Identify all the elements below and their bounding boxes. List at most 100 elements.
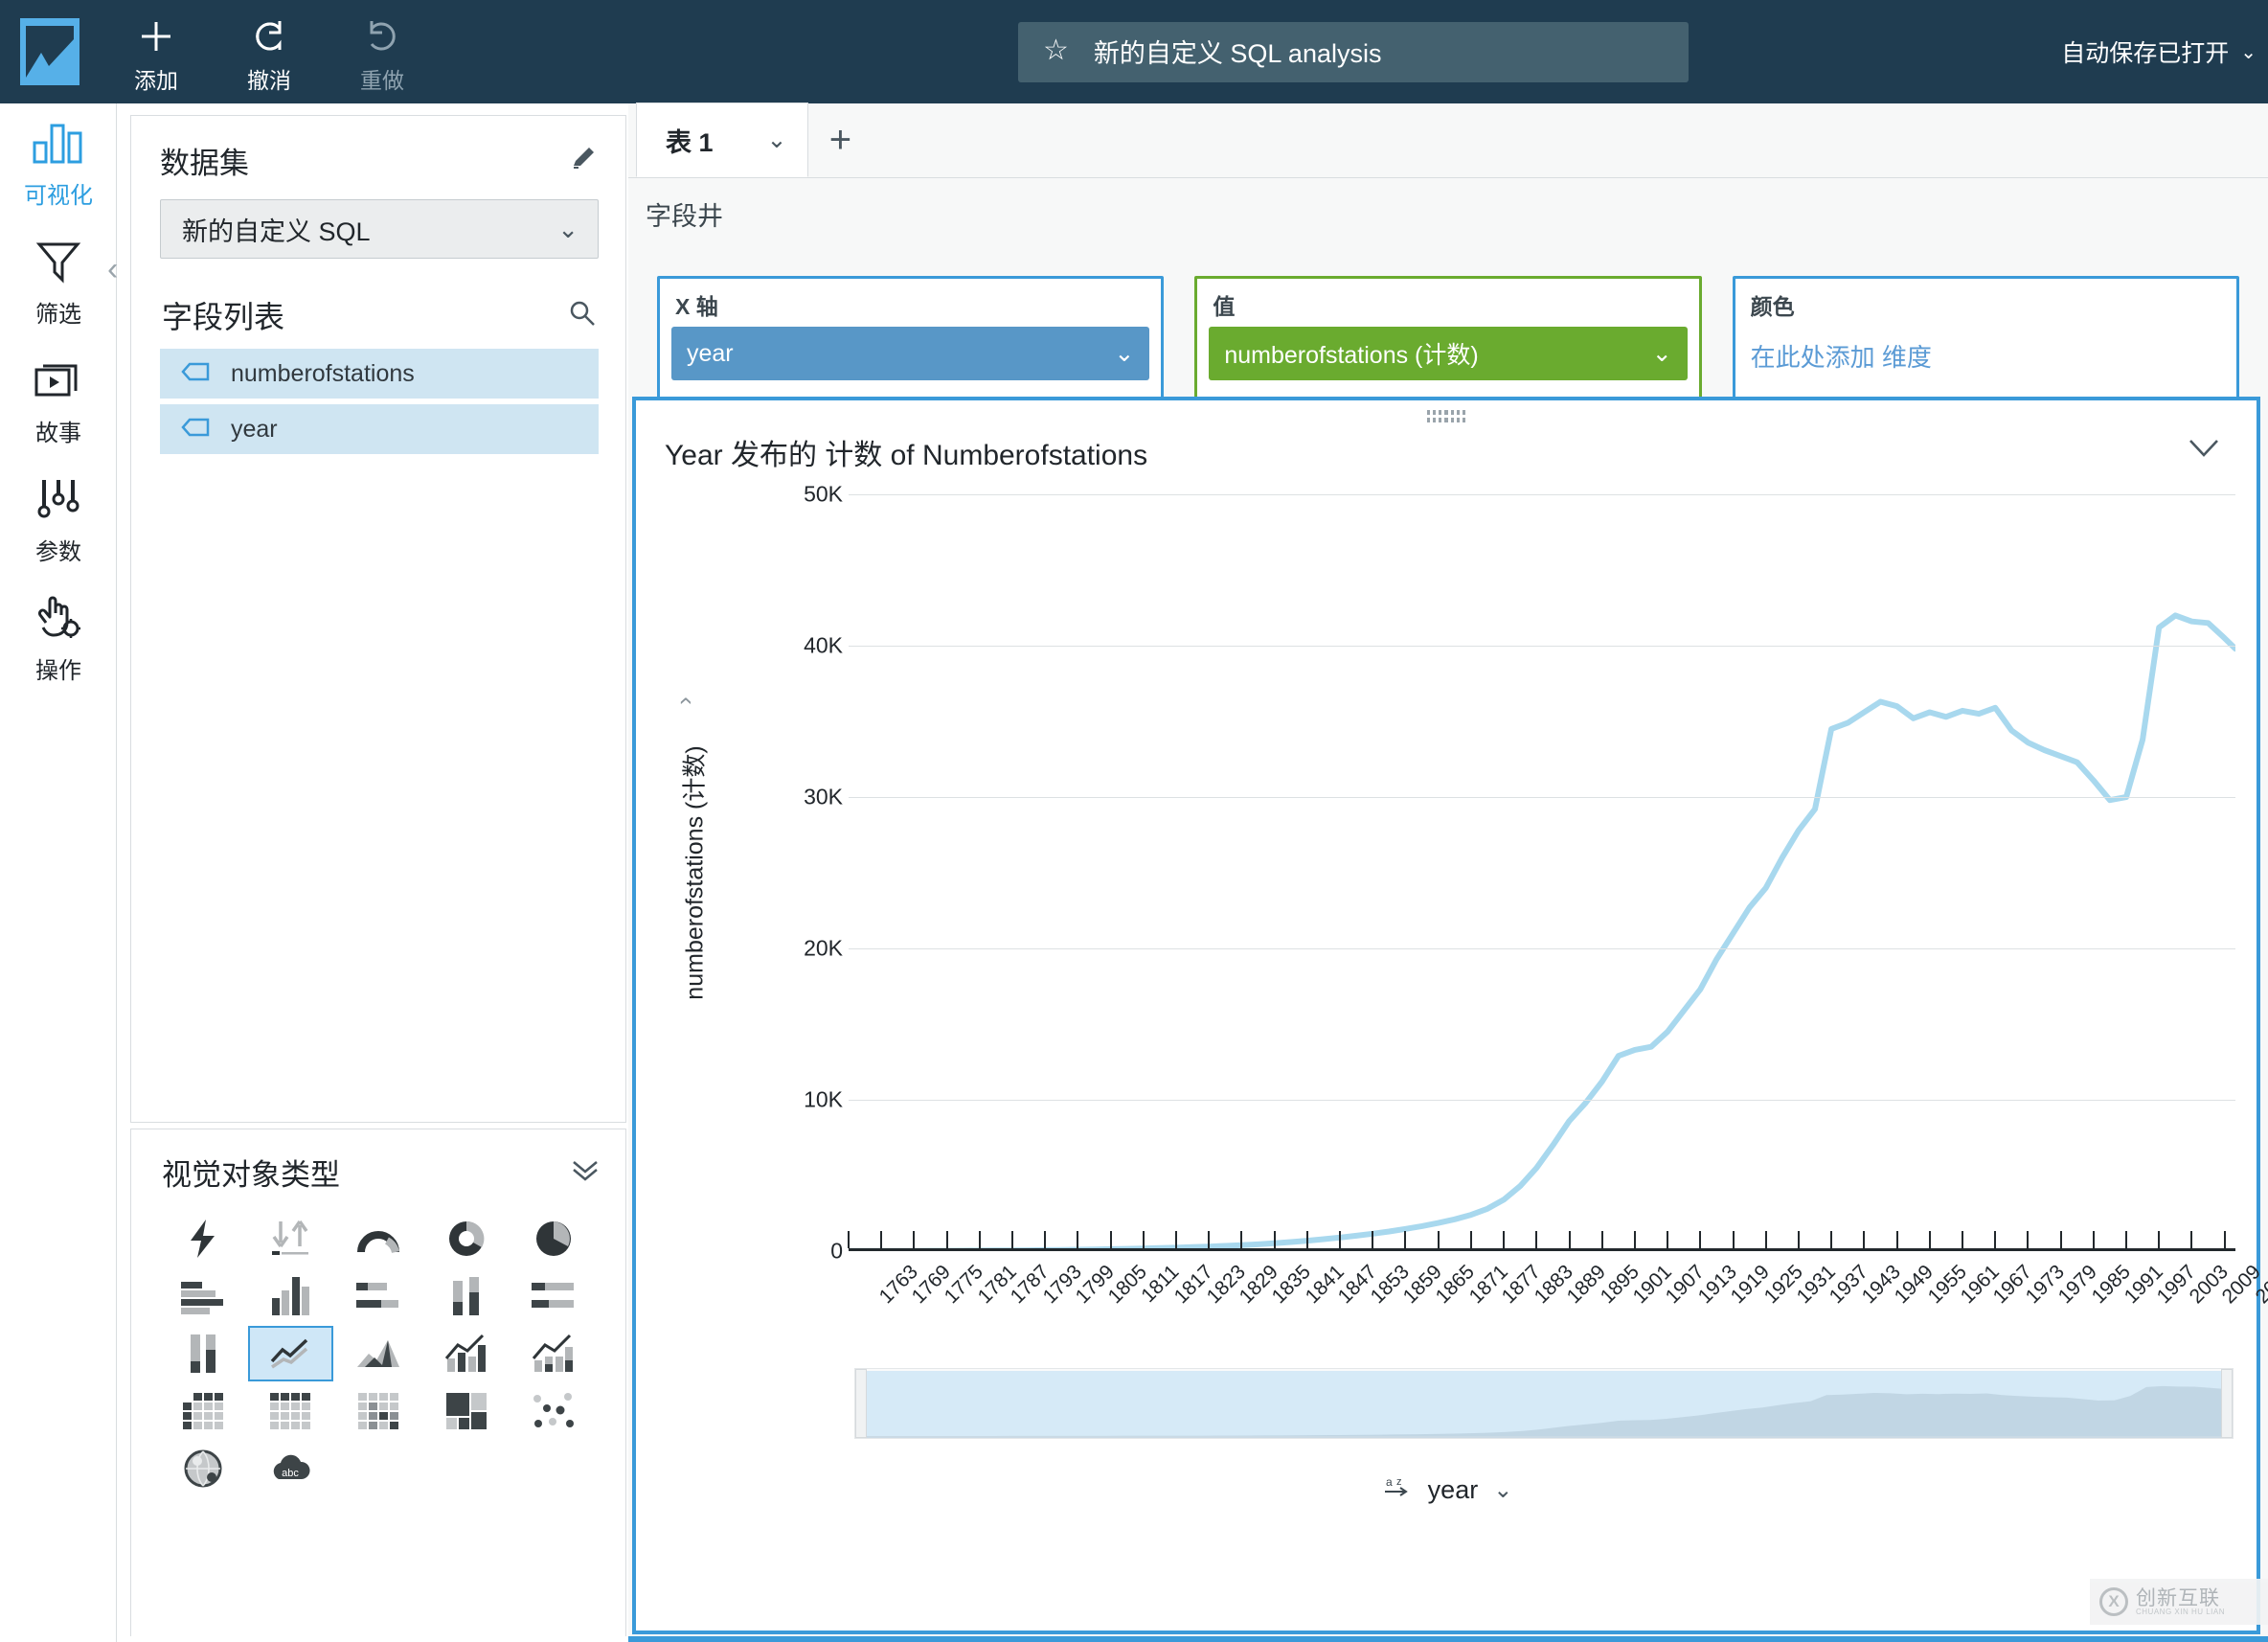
x-axis-tickmark	[848, 1231, 850, 1248]
field-item-year[interactable]: year	[160, 404, 599, 454]
visual-type-line-bar-combo[interactable]	[423, 1326, 510, 1381]
x-axis-tickmark	[1568, 1231, 1571, 1248]
chevron-down-icon[interactable]: ⌄	[1114, 339, 1134, 368]
chevron-down-icon[interactable]: ⌄	[1493, 1476, 1512, 1504]
watermark: X 创新互联 CHUANG XIN HU LIAN	[2090, 1579, 2268, 1625]
well-color[interactable]: 颜色 在此处添加 维度	[1732, 276, 2239, 404]
x-axis-tickmark	[1764, 1231, 1767, 1248]
range-slider[interactable]	[854, 1368, 2234, 1439]
visual-type-scatter-plot[interactable]	[510, 1383, 597, 1439]
undo-button[interactable]: 撤消	[213, 0, 326, 103]
svg-text:abc: abc	[283, 1468, 300, 1479]
x-axis-tickmark	[913, 1231, 916, 1248]
x-axis-tickmark	[1044, 1231, 1047, 1248]
visual-type-tree-map[interactable]	[423, 1383, 510, 1439]
analysis-title-pill[interactable]: ☆ 新的自定义 SQL analysis	[1018, 21, 1689, 82]
well-value[interactable]: 值 numberofstations (计数) ⌄	[1194, 276, 1702, 404]
sidebar-item-label: 参数	[35, 538, 81, 565]
x-axis-tickmark	[1372, 1231, 1374, 1248]
visual-type-autograph[interactable]	[160, 1211, 246, 1266]
sidebar-item-visualize[interactable]: 可视化	[0, 103, 117, 222]
visual-type-area[interactable]	[335, 1326, 421, 1381]
sidebar-item-filter[interactable]: 筛选	[0, 222, 117, 341]
visual-type-vertical-bar[interactable]	[248, 1268, 334, 1324]
well-x-axis[interactable]: X 轴 year ⌄	[657, 276, 1165, 404]
y-axis-expand-icon[interactable]: ›	[669, 696, 699, 705]
dataset-select-value: 新的自定义 SQL	[182, 217, 371, 246]
add-sheet-button[interactable]: +	[808, 103, 872, 177]
range-slider-selection[interactable]	[867, 1371, 2221, 1438]
story-icon	[34, 354, 83, 406]
visual-type-line[interactable]	[247, 1326, 334, 1381]
chevron-down-icon[interactable]: ⌄	[1652, 339, 1672, 368]
redo-button[interactable]: 重做	[326, 0, 439, 103]
app-logo[interactable]	[0, 0, 100, 103]
sidebar-item-actions[interactable]: 操作	[0, 579, 117, 697]
sidebar-item-parameters[interactable]: 参数	[0, 460, 117, 579]
bottom-accent-bar	[628, 1636, 2268, 1642]
chevron-double-down-icon[interactable]	[570, 1158, 601, 1187]
hand-gear-icon	[34, 592, 82, 644]
undo-icon	[249, 14, 289, 58]
well-pill-year[interactable]: year ⌄	[671, 327, 1150, 380]
x-axis-tickmark	[1273, 1231, 1276, 1248]
visual-type-gauge[interactable]	[335, 1211, 421, 1266]
well-empty-placeholder[interactable]: 在此处添加 维度	[1747, 321, 2225, 391]
visual-title: Year 发布的 计数 of Numberofstations	[665, 440, 1148, 471]
x-axis-tick-labels: 1763 1769 1775 1781 1787 1793 1799 1805 1811 1817…	[849, 1257, 2268, 1372]
add-button[interactable]: 添加	[100, 0, 213, 103]
visual-type-horizontal-bar[interactable]	[160, 1268, 246, 1324]
sheet-tabstrip: 表 1 ⌄ +	[628, 103, 2268, 178]
chevron-down-icon[interactable]: ⌄	[767, 125, 787, 154]
favorite-star-icon[interactable]: ☆	[1043, 36, 1069, 65]
rail-collapse-icon[interactable]: ‹	[107, 247, 128, 291]
field-list-title: 字段列表	[162, 300, 285, 334]
visual-menu-chevron-icon[interactable]	[2188, 433, 2220, 464]
visual-type-line-stacked-bar-combo[interactable]	[510, 1326, 597, 1381]
visual-card: Year 发布的 计数 of Numberofstations numberof…	[632, 397, 2268, 1634]
x-axis-tickmark	[1109, 1231, 1112, 1248]
sort-az-icon[interactable]: a z	[1380, 1473, 1413, 1506]
visual-type-waterfall[interactable]	[160, 1326, 246, 1381]
x-axis-tickmark	[1208, 1231, 1211, 1248]
visual-type-pie[interactable]	[510, 1211, 597, 1266]
visual-type-kpi[interactable]	[248, 1211, 334, 1266]
redo-label: 重做	[360, 68, 404, 93]
y-axis-title: numberofstations (计数)	[682, 745, 709, 1000]
quicksight-app: 添加 撤消 重做 ☆ 新的自定义 SQL analysis 自动保存已打开 ⌄ …	[0, 0, 2268, 1642]
svg-text:a: a	[1386, 1475, 1393, 1489]
watermark-text: 创新互联	[2136, 1586, 2220, 1609]
visual-type-word-cloud[interactable]: abc	[248, 1441, 334, 1496]
search-icon[interactable]	[568, 299, 597, 332]
x-axis-tickmark	[1437, 1231, 1440, 1248]
x-axis-tickmark	[2158, 1231, 2161, 1248]
visual-type-pivot-table[interactable]	[160, 1383, 246, 1439]
range-slider-handle-left[interactable]	[855, 1369, 867, 1438]
line-series	[849, 494, 2235, 1251]
autosave-control[interactable]: 自动保存已打开 ⌄	[2061, 0, 2268, 103]
well-title: X 轴	[675, 294, 718, 319]
dataset-select[interactable]: 新的自定义 SQL ⌄	[160, 199, 599, 259]
visual-type-donut[interactable]	[423, 1211, 510, 1266]
visual-type-table[interactable]	[248, 1383, 334, 1439]
x-axis-tickmark	[1305, 1231, 1308, 1248]
field-item-numberofstations[interactable]: numberofstations	[160, 349, 599, 399]
visual-type-stacked-horizontal-bar[interactable]	[335, 1268, 421, 1324]
visual-type-clustered-horizontal-bar[interactable]	[510, 1268, 597, 1324]
field-wells-label: 字段井	[646, 202, 723, 231]
drag-handle-icon[interactable]	[1427, 410, 1465, 425]
pencil-icon[interactable]	[570, 143, 599, 178]
visual-types-panel: 视觉对象类型 abc	[130, 1129, 626, 1636]
tab-sheet-1[interactable]: 表 1 ⌄	[636, 103, 809, 177]
x-axis-tickmark	[1895, 1231, 1898, 1248]
left-rail: 可视化 筛选 故事 参数 操作 ‹	[0, 103, 118, 1642]
add-label: 添加	[134, 68, 178, 93]
well-pill-label: year	[687, 339, 734, 367]
sidebar-item-story[interactable]: 故事	[0, 341, 117, 460]
visual-type-heat-map[interactable]	[335, 1383, 421, 1439]
sort-field-label[interactable]: year	[1428, 1475, 1479, 1505]
well-pill-numberofstations[interactable]: numberofstations (计数) ⌄	[1209, 327, 1688, 380]
visual-type-geospatial-map[interactable]	[160, 1441, 246, 1496]
range-slider-handle-right[interactable]	[2221, 1369, 2233, 1438]
visual-type-stacked-vertical-bar[interactable]	[423, 1268, 510, 1324]
